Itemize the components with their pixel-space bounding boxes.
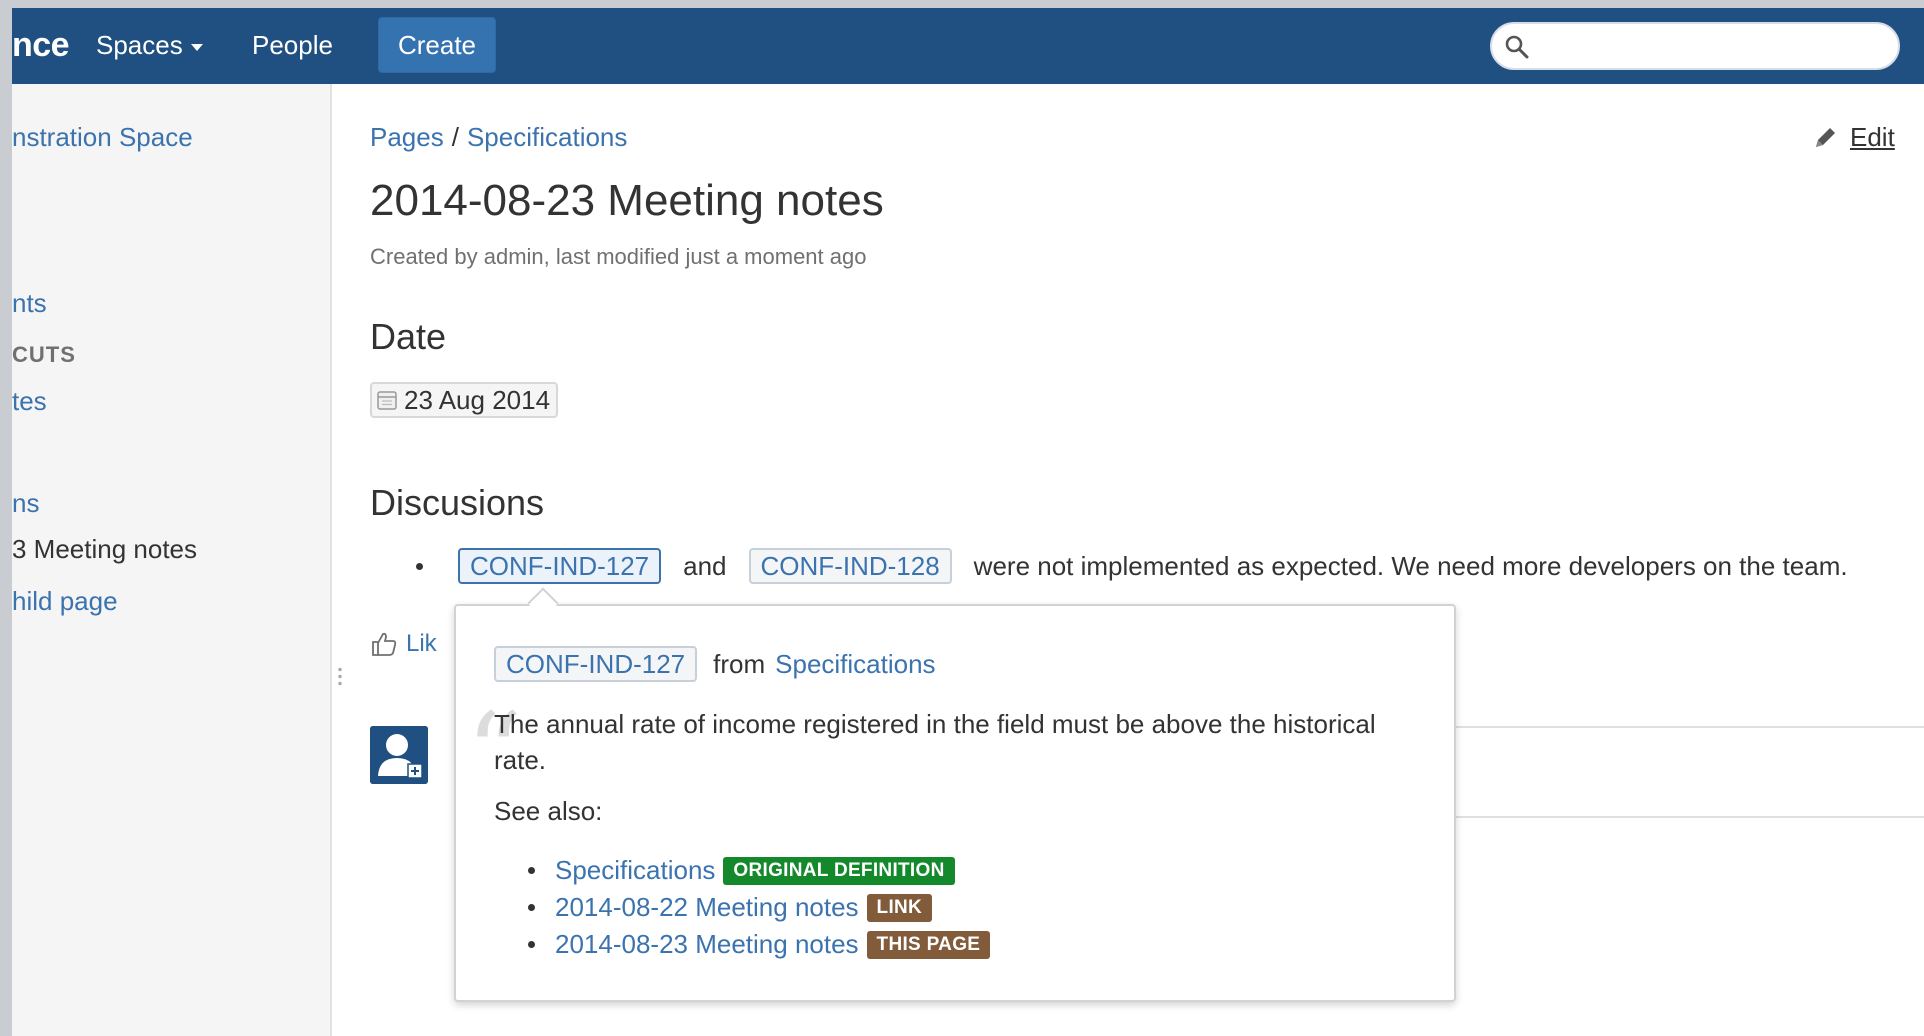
sidebar-item-pages[interactable]: ns [12,488,39,519]
list-item: 2014-08-23 Meeting notes THIS PAGE [528,926,991,963]
edit-label: Edit [1850,122,1895,152]
see-also-link-specifications[interactable]: Specifications [555,855,715,886]
popup-header: CONF-IND-127 from Specifications [494,646,936,682]
discussion-text: were not implemented as expected. We nee… [973,550,1848,581]
list-item: Specifications ORIGINAL DEFINITION [528,852,990,889]
pencil-icon [1816,127,1835,147]
user-avatar-icon [370,726,428,784]
sidebar-item-current-page[interactable]: 3 Meeting notes [12,534,197,565]
popup-see-also-label: See also: [494,796,603,826]
sidebar-item-events[interactable]: nts [12,288,47,319]
like-button[interactable]: Lik [370,630,437,658]
popup-from-text: from [713,648,766,679]
see-also-link-2014-08-23[interactable]: 2014-08-23 Meeting notes [555,929,859,960]
like-label: Lik [406,630,437,657]
breadcrumb-pages[interactable]: Pages [370,122,444,152]
thumbs-up-icon [372,632,397,656]
list-bullet [416,563,423,570]
issue-definition-popup: CONF-IND-127 from Specifications “ The a… [454,604,1456,1002]
discussions-heading: Discusions [370,482,545,523]
avatar[interactable] [370,726,428,784]
app-logo[interactable]: nce [12,26,70,65]
link-badge: LINK [866,893,933,922]
sidebar-shortcuts-heading: CUTS [12,342,76,367]
space-sidebar: nstration Space nts CUTS tes ns 3 Meetin… [12,84,332,1036]
date-lozenge[interactable]: 23 Aug 2014 [370,382,559,418]
breadcrumb-separator: / [451,122,459,152]
create-button[interactable]: Create [378,17,496,73]
confluence-window: nce Spaces People Create nstration Space… [12,8,1924,1036]
sidebar-item-notes[interactable]: tes [12,386,47,417]
this-page-badge: THIS PAGE [866,930,991,959]
popup-source-link[interactable]: Specifications [775,649,935,680]
comment-divider [1444,816,1924,818]
list-item: 2014-08-22 Meeting notes LINK [528,889,990,926]
breadcrumb-specifications[interactable]: Specifications [467,122,627,152]
list-bullet [528,904,535,911]
issue-tag-conf-ind-128[interactable]: CONF-IND-128 [748,548,952,584]
edit-button[interactable]: Edit [1812,122,1895,153]
date-value: 23 Aug 2014 [404,384,551,415]
list-bullet [528,941,535,948]
calendar-icon [377,391,397,410]
popup-issue-tag[interactable]: CONF-IND-127 [494,646,698,682]
chevron-down-icon [190,43,203,51]
issue-tag-conf-ind-127[interactable]: CONF-IND-127 [458,548,662,584]
list-bullet [528,867,535,874]
sidebar-resize-handle[interactable] [338,666,342,686]
discussion-and-text: and [683,550,727,581]
spaces-menu-label: Spaces [96,30,183,60]
discussion-list-item: CONF-IND-127 and CONF-IND-128 were not i… [458,548,1848,584]
comment-divider [1444,726,1924,728]
page-title: 2014-08-23 Meeting notes [370,176,884,225]
date-heading: Date [370,316,447,357]
top-navigation-bar: nce Spaces People Create [12,8,1924,84]
page-byline: Created by admin, last modified just a m… [370,244,867,269]
people-link[interactable]: People [252,30,333,61]
see-also-link-2014-08-22[interactable]: 2014-08-22 Meeting notes [555,892,859,923]
spaces-menu[interactable]: Spaces [96,30,203,61]
sidebar-create-child-page[interactable]: hild page [12,586,118,617]
popup-see-also-list: Specifications ORIGINAL DEFINITION 2014-… [528,852,991,963]
original-definition-badge: ORIGINAL DEFINITION [723,856,955,885]
search-icon [1505,35,1529,59]
search-input[interactable] [1490,22,1900,70]
breadcrumb: Pages / Specifications [370,122,627,153]
sidebar-space-name[interactable]: nstration Space [12,122,193,153]
popup-definition-text: The annual rate of income registered in … [494,709,1376,775]
